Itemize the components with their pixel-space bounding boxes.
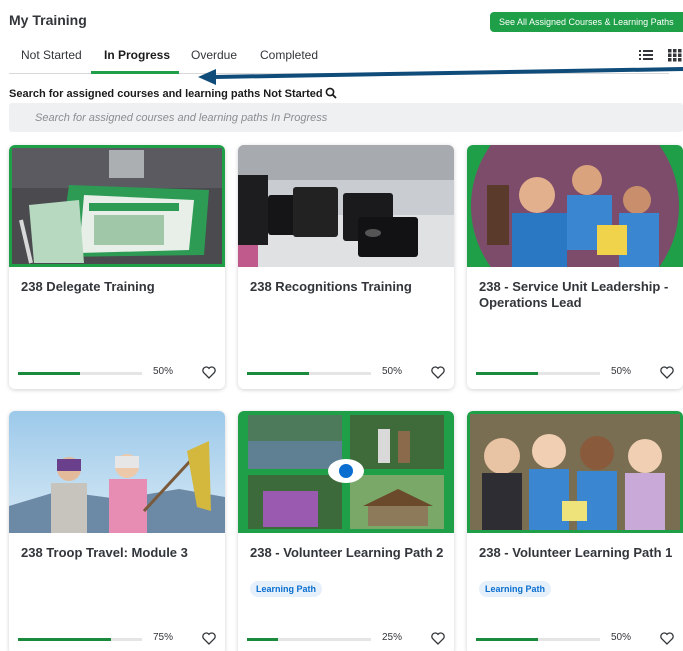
heart-icon[interactable]	[431, 366, 445, 379]
progress-percent: 50%	[611, 632, 632, 643]
heart-icon[interactable]	[660, 632, 674, 645]
progress-bar	[247, 372, 371, 375]
progress-percent: 75%	[153, 632, 174, 643]
active-tab-indicator	[91, 71, 179, 74]
tab-bar: Not Started In Progress Overdue Complete…	[9, 44, 669, 74]
progress-percent: 50%	[611, 366, 632, 377]
grid-view-icon[interactable]	[668, 48, 683, 64]
progress-fill	[18, 372, 80, 375]
tab-completed[interactable]: Completed	[260, 48, 318, 74]
progress-bar	[476, 372, 600, 375]
progress-fill	[476, 372, 538, 375]
search-input[interactable]	[9, 103, 683, 132]
scouts-circle-photo	[467, 145, 683, 267]
progress-percent: 25%	[382, 632, 403, 643]
progress-fill	[18, 638, 111, 641]
tab-not-started[interactable]: Not Started	[21, 48, 82, 74]
course-card[interactable]: 238 Troop Travel: Module 3 75%	[9, 411, 225, 651]
page-title: My Training	[9, 12, 87, 28]
course-card[interactable]: 238 - Volunteer Learning Path 2 Learning…	[238, 411, 454, 651]
card-title: 238 - Volunteer Learning Path 1	[479, 545, 673, 560]
progress-bar	[476, 638, 600, 641]
outdoor-collage-photo	[238, 411, 454, 533]
card-title: 238 Troop Travel: Module 3	[21, 545, 188, 560]
search-label: Search for assigned courses and learning…	[9, 87, 337, 102]
progress-bar	[18, 372, 142, 375]
heart-icon[interactable]	[202, 366, 216, 379]
card-title: 238 - Volunteer Learning Path 2	[250, 545, 444, 560]
card-title: 238 - Service Unit Leadership - Operatio…	[479, 279, 669, 310]
card-title: 238 Delegate Training	[21, 279, 155, 294]
course-card[interactable]: 238 Delegate Training 50%	[9, 145, 225, 389]
list-view-icon[interactable]	[639, 48, 655, 64]
search-field	[9, 103, 683, 132]
course-card[interactable]: 238 - Volunteer Learning Path 1 Learning…	[467, 411, 683, 651]
progress-bar	[247, 638, 371, 641]
progress-percent: 50%	[382, 366, 403, 377]
four-girls-photo	[467, 411, 683, 533]
progress-fill	[247, 372, 309, 375]
search-label-text: Search for assigned courses and learning…	[9, 88, 323, 100]
heart-icon[interactable]	[660, 366, 674, 379]
see-all-courses-button[interactable]: See All Assigned Courses & Learning Path…	[490, 12, 683, 32]
progress-fill	[476, 638, 538, 641]
learning-path-badge: Learning Path	[250, 581, 323, 597]
card-title: 238 Recognitions Training	[250, 279, 412, 294]
progress-bar	[18, 638, 142, 641]
annual-meeting-brochure-photo	[9, 145, 225, 267]
course-card[interactable]: 238 Recognitions Training 50%	[238, 145, 454, 389]
progress-fill	[247, 638, 278, 641]
pin-boxes-photo	[238, 145, 454, 267]
search-icon	[325, 87, 337, 102]
learning-path-badge: Learning Path	[479, 581, 552, 597]
heart-icon[interactable]	[431, 632, 445, 645]
progress-percent: 50%	[153, 366, 174, 377]
tab-overdue[interactable]: Overdue	[191, 48, 237, 74]
course-card[interactable]: 238 - Service Unit Leadership - Operatio…	[467, 145, 683, 389]
heart-icon[interactable]	[202, 632, 216, 645]
girls-explore-flag-photo	[9, 411, 225, 533]
view-toggle	[639, 48, 683, 64]
